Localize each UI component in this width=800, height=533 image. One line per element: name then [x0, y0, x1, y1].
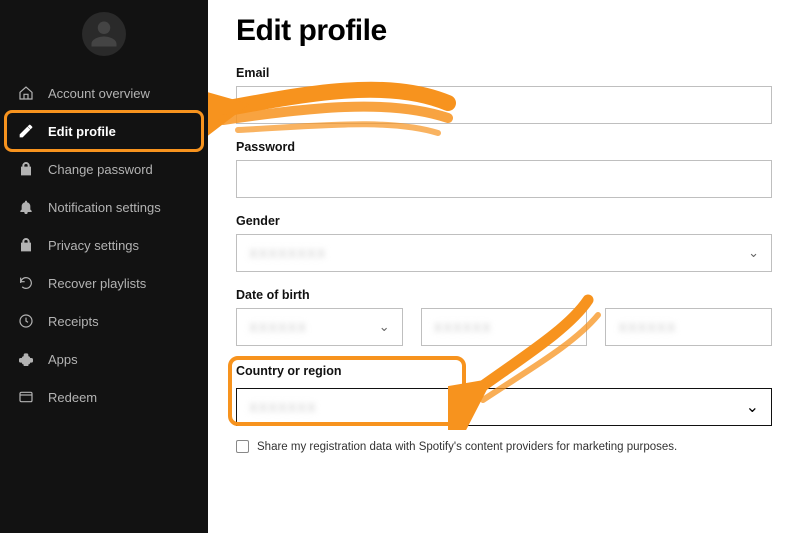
field-dob: Date of birth XXXXXX ⌄ XXXXXX XXXXXX: [236, 288, 772, 346]
share-data-row: Share my registration data with Spotify'…: [236, 440, 772, 453]
main-content: Edit profile Email Password Gender XXXXX…: [208, 0, 800, 533]
dob-day-input[interactable]: XXXXXX: [421, 308, 588, 346]
sidebar-item-label: Redeem: [48, 390, 97, 405]
bell-icon: [18, 199, 34, 215]
password-label: Password: [236, 140, 772, 154]
chevron-down-icon: ⌄: [746, 397, 759, 417]
share-data-checkbox[interactable]: [236, 440, 249, 453]
field-password: Password: [236, 140, 772, 198]
dob-year-value: XXXXXX: [618, 320, 676, 335]
pencil-icon: [18, 123, 34, 139]
field-email: Email: [236, 66, 772, 124]
share-data-label: Share my registration data with Spotify'…: [257, 441, 677, 453]
chevron-down-icon: ⌄: [379, 319, 390, 335]
gender-value: XXXXXXXX: [249, 246, 326, 261]
sidebar-item-label: Notification settings: [48, 200, 161, 215]
sidebar-item-label: Edit profile: [48, 124, 116, 139]
sidebar-item-apps[interactable]: Apps: [0, 340, 208, 378]
sidebar-nav: Account overview Edit profile Change pas…: [0, 74, 208, 416]
sidebar-item-label: Account overview: [48, 86, 150, 101]
sidebar: Account overview Edit profile Change pas…: [0, 0, 208, 533]
gender-label: Gender: [236, 214, 772, 228]
field-country: Country or region XXXXXXX ⌄: [236, 362, 772, 426]
page-title: Edit profile: [236, 14, 772, 48]
sidebar-item-redeem[interactable]: Redeem: [0, 378, 208, 416]
avatar[interactable]: [82, 12, 126, 56]
sidebar-item-edit-profile[interactable]: Edit profile: [0, 112, 208, 150]
sidebar-item-change-password[interactable]: Change password: [0, 150, 208, 188]
sidebar-item-label: Recover playlists: [48, 276, 146, 291]
home-icon: [18, 85, 34, 101]
user-icon: [89, 19, 119, 49]
chevron-down-icon: ⌄: [748, 245, 759, 261]
email-label: Email: [236, 66, 772, 80]
card-icon: [18, 389, 34, 405]
dob-label: Date of birth: [236, 288, 772, 302]
clock-icon: [18, 313, 34, 329]
country-label: Country or region: [236, 364, 342, 378]
lock-icon: [18, 237, 34, 253]
field-gender: Gender XXXXXXXX ⌄: [236, 214, 772, 272]
dob-month-select[interactable]: XXXXXX ⌄: [236, 308, 403, 346]
sidebar-item-account-overview[interactable]: Account overview: [0, 74, 208, 112]
lock-icon: [18, 161, 34, 177]
sidebar-item-receipts[interactable]: Receipts: [0, 302, 208, 340]
sidebar-item-recover-playlists[interactable]: Recover playlists: [0, 264, 208, 302]
sidebar-item-label: Apps: [48, 352, 78, 367]
sidebar-item-label: Privacy settings: [48, 238, 139, 253]
email-input[interactable]: [236, 86, 772, 124]
country-value: XXXXXXX: [249, 400, 317, 415]
dob-year-input[interactable]: XXXXXX: [605, 308, 772, 346]
gender-select[interactable]: XXXXXXXX ⌄: [236, 234, 772, 272]
dob-day-value: XXXXXX: [434, 320, 492, 335]
puzzle-icon: [18, 351, 34, 367]
password-input[interactable]: [236, 160, 772, 198]
refresh-icon: [18, 275, 34, 291]
sidebar-item-label: Change password: [48, 162, 153, 177]
avatar-wrap: [0, 0, 208, 74]
sidebar-item-label: Receipts: [48, 314, 99, 329]
sidebar-item-privacy-settings[interactable]: Privacy settings: [0, 226, 208, 264]
sidebar-item-notification-settings[interactable]: Notification settings: [0, 188, 208, 226]
dob-month-value: XXXXXX: [249, 320, 307, 335]
country-select[interactable]: XXXXXXX ⌄: [236, 388, 772, 426]
